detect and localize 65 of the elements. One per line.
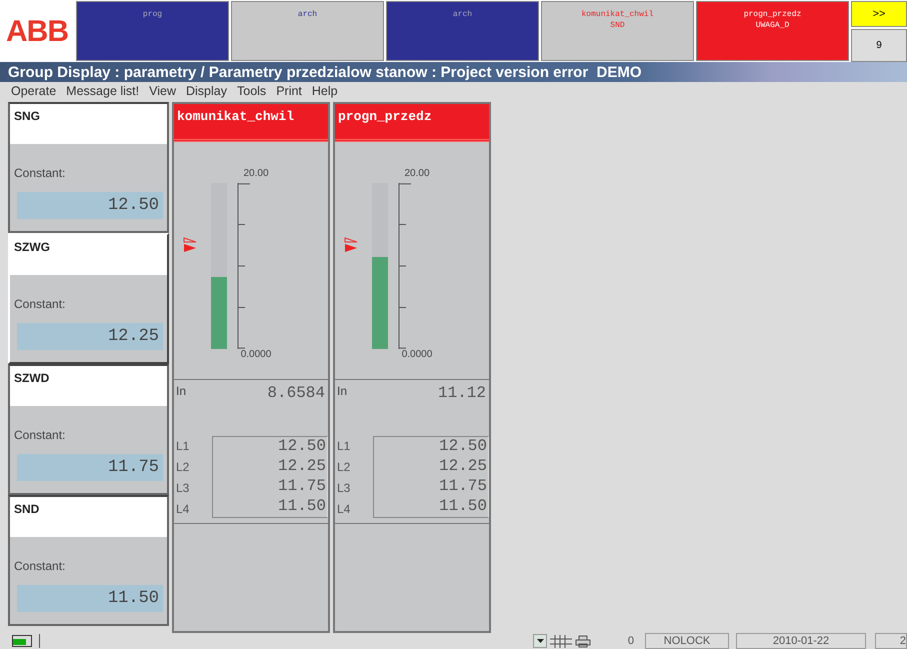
limit-value: 12.25 <box>438 457 487 477</box>
menu-item[interactable]: Print <box>273 84 305 98</box>
printer-icon[interactable] <box>575 634 591 648</box>
limit-value: 11.75 <box>278 477 326 497</box>
limit-label: L1 <box>176 439 190 455</box>
parameter-label: Constant: <box>13 296 66 311</box>
print-count: 0 <box>626 635 634 647</box>
parameter-value: 11.50 <box>17 585 163 612</box>
alarm-tile[interactable]: progn_przedz UWAGA_D <box>696 1 849 61</box>
alarm-tile[interactable]: arch <box>231 1 384 61</box>
dropdown-button[interactable] <box>533 634 547 648</box>
input-value: 8.6584 <box>267 384 325 404</box>
menu-item[interactable]: Operate <box>8 84 60 98</box>
lock-status: NOLOCK <box>645 633 729 649</box>
alarm-count: 9 <box>851 29 907 62</box>
status-date: 2010-01-22 <box>736 633 866 649</box>
scale-max: 20.00 <box>243 168 269 179</box>
alarm-tile[interactable]: prog <box>76 1 229 61</box>
signal-name: komunikat_chwil <box>177 109 294 124</box>
parameter-name: SZWD <box>14 371 50 385</box>
abb-logo: ABB <box>5 14 69 50</box>
input-label: In <box>337 384 348 400</box>
limit-label: L2 <box>176 460 190 476</box>
limit-label: L3 <box>337 481 352 497</box>
limit-label: L4 <box>176 502 190 518</box>
parameter-label: Constant: <box>13 427 66 442</box>
menu-item[interactable]: Tools <box>234 84 270 98</box>
scale-min: 0.0000 <box>402 349 432 360</box>
parameter-value: 12.50 <box>17 192 163 219</box>
limit-value: 12.25 <box>278 457 326 477</box>
limit-value: 11.50 <box>438 497 487 517</box>
input-label: In <box>176 384 186 400</box>
limit-value: 11.50 <box>278 497 326 517</box>
parameter-value: 12.25 <box>17 323 163 350</box>
limit-value: 12.50 <box>278 437 326 457</box>
limit-label: L2 <box>337 460 352 476</box>
limit-value: 11.75 <box>438 477 487 497</box>
menu-item[interactable]: Display <box>183 84 230 98</box>
parameter-name: SZWG <box>14 240 50 254</box>
scale-min: 0.0000 <box>240 349 272 360</box>
parameter-label: Constant: <box>13 165 66 180</box>
parameter-card[interactable]: SZWG Constant: 12.25 <box>8 233 169 364</box>
input-value: 11.12 <box>438 384 486 404</box>
parameter-label: Constant: <box>13 558 66 573</box>
alarm-tile[interactable]: arch <box>386 1 539 61</box>
parameter-card[interactable]: SZWD Constant: 11.75 <box>8 364 169 495</box>
parameter-card[interactable]: SND Constant: 11.50 <box>8 495 169 626</box>
status-field-text: 2 <box>875 633 907 649</box>
limit-label: L4 <box>337 502 352 518</box>
window-title: Group Display : parametry / Parametry przedzialow stanow : Project version error DEMO <box>8 64 642 80</box>
parameter-name: SNG <box>14 109 40 123</box>
limit-label: L3 <box>176 481 190 497</box>
caret-icon <box>536 639 544 643</box>
scale-max: 20.00 <box>404 168 430 179</box>
menu-item[interactable]: Help <box>308 84 341 98</box>
menu-item[interactable]: View <box>146 84 179 98</box>
grid-icon[interactable] <box>550 634 572 648</box>
parameter-value: 11.75 <box>17 454 163 481</box>
limit-label: L1 <box>337 439 352 455</box>
limit-value: 12.50 <box>438 437 487 457</box>
parameter-card[interactable]: SNG Constant: 12.50 <box>8 102 169 233</box>
parameter-name: SND <box>14 502 40 516</box>
menu-item[interactable]: Message list! <box>63 84 142 98</box>
signal-name: progn_przedz <box>338 109 432 124</box>
more-alarms-button[interactable]: >> <box>851 1 907 27</box>
